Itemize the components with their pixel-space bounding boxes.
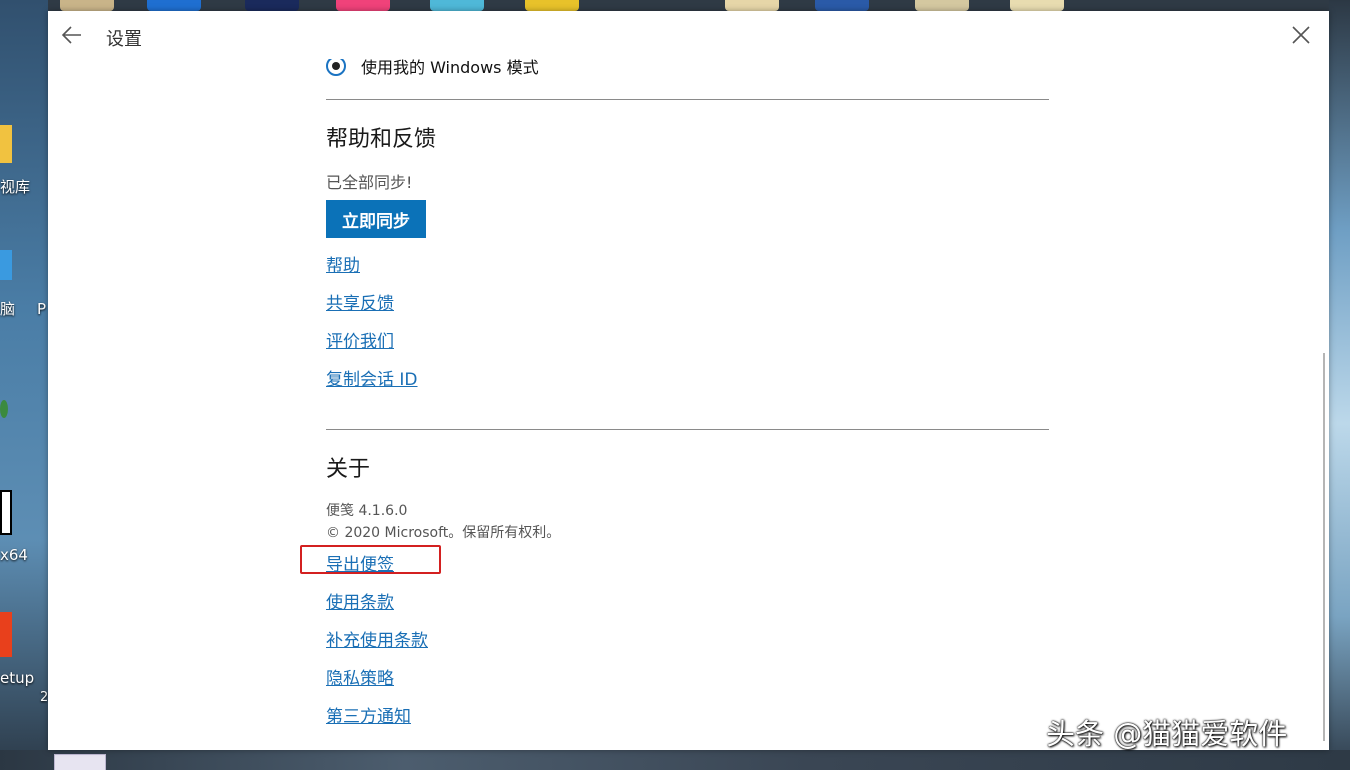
copy-session-id-link[interactable]: 复制会话 ID — [326, 365, 418, 390]
desktop-icon[interactable] — [60, 0, 114, 11]
desktop-thumbnail[interactable] — [54, 754, 106, 770]
copyright-text: © 2020 Microsoft。保留所有权利。 — [326, 525, 561, 541]
desktop-icon[interactable] — [815, 0, 869, 11]
radio-dot — [332, 62, 340, 70]
desktop-right-area — [1329, 0, 1350, 770]
divider — [326, 99, 1049, 100]
desktop-icon[interactable] — [430, 0, 484, 11]
settings-content: 使用我的 Windows 模式 帮助和反馈 已全部同步! 立即同步 帮助 共享反… — [326, 11, 1049, 750]
desktop-label: P — [37, 300, 47, 318]
app-icon[interactable] — [0, 490, 12, 535]
divider — [326, 429, 1049, 430]
title-bar: 设置 — [48, 11, 1329, 59]
about-title: 关于 — [326, 457, 371, 482]
close-button[interactable] — [1290, 24, 1312, 46]
folder-icon[interactable] — [0, 125, 12, 163]
arrow-left-icon — [61, 26, 81, 44]
desktop-icon[interactable] — [245, 0, 299, 11]
desktop-icon[interactable] — [147, 0, 201, 11]
third-party-notices-link[interactable]: 第三方通知 — [326, 702, 411, 727]
setup-icon[interactable] — [0, 612, 12, 657]
desktop-icon[interactable] — [915, 0, 969, 11]
close-icon — [1292, 26, 1310, 44]
scrollbar[interactable] — [1323, 353, 1325, 741]
window-title: 设置 — [106, 29, 142, 50]
desktop-label: 视库 — [0, 178, 31, 196]
desktop-bottom-area — [0, 750, 1350, 770]
desktop-icon[interactable] — [525, 0, 579, 11]
desktop-label: etup — [0, 669, 35, 687]
rate-us-link[interactable]: 评价我们 — [326, 327, 394, 352]
help-link[interactable]: 帮助 — [326, 251, 360, 276]
radio-button[interactable] — [326, 56, 346, 76]
help-feedback-title: 帮助和反馈 — [326, 127, 437, 152]
privacy-policy-link[interactable]: 隐私策略 — [326, 664, 394, 689]
supplemental-terms-link[interactable]: 补充使用条款 — [326, 626, 428, 651]
computer-icon[interactable] — [0, 250, 12, 280]
desktop-icon[interactable] — [725, 0, 779, 11]
terms-of-use-link[interactable]: 使用条款 — [326, 588, 394, 613]
desktop-icon[interactable] — [336, 0, 390, 11]
back-button[interactable] — [60, 23, 84, 47]
sync-status: 已全部同步! — [326, 173, 413, 192]
settings-window: 设置 使用我的 Windows 模式 帮助和反馈 已全部同步! 立即同步 帮助 … — [48, 11, 1329, 750]
version-text: 便笺 4.1.6.0 — [326, 503, 408, 519]
share-feedback-link[interactable]: 共享反馈 — [326, 289, 394, 314]
desktop-label: 脑 — [0, 300, 16, 318]
watermark: 头条 @猫猫爱软件 — [1046, 717, 1288, 751]
desktop-icon[interactable] — [1010, 0, 1064, 11]
desktop-label: x64 — [0, 546, 28, 564]
app-icon[interactable] — [0, 400, 8, 418]
highlight-box — [300, 545, 441, 574]
sync-now-button[interactable]: 立即同步 — [326, 200, 426, 238]
